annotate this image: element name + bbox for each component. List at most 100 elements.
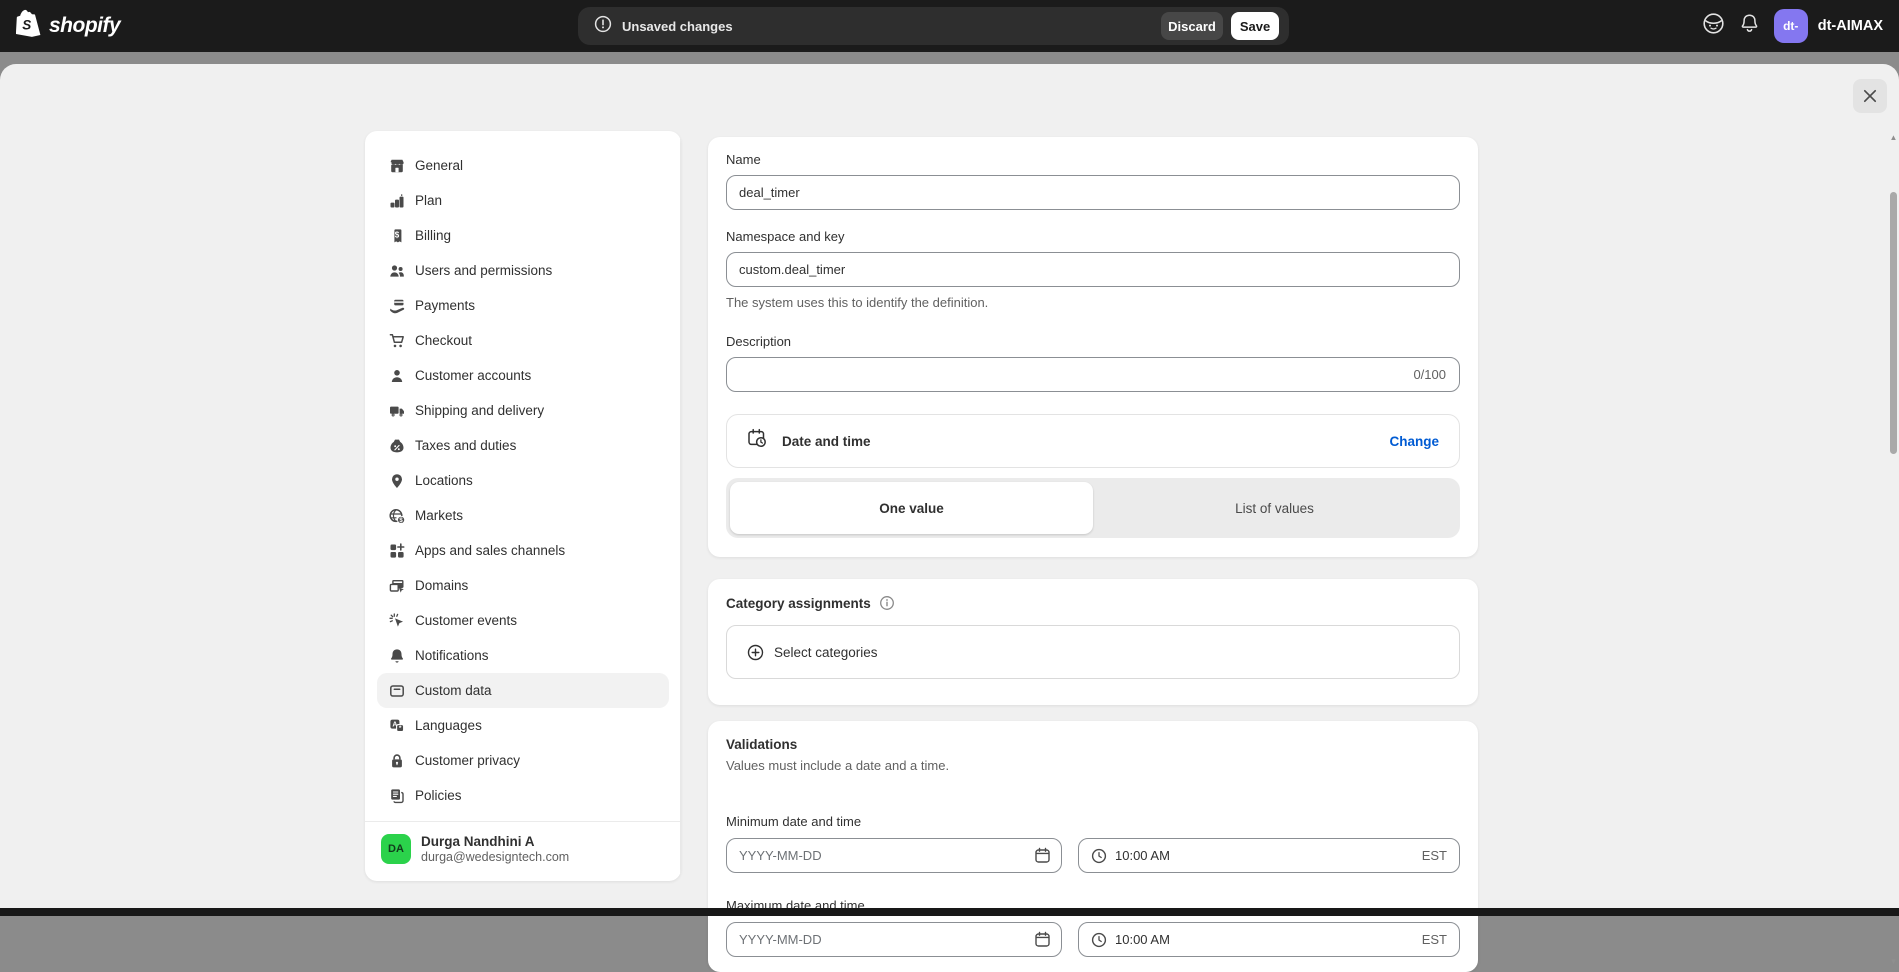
sidebar-item-label: Customer events [415, 613, 517, 628]
one-value-tab[interactable]: One value [730, 482, 1093, 534]
sidebar-item-label: Shipping and delivery [415, 403, 544, 418]
top-bar: S shopify Unsaved changes Discard Save [0, 0, 1899, 52]
taskbar-strip [0, 908, 1899, 916]
sidebar-item-languages[interactable]: A* Languages [377, 708, 669, 743]
change-type-link[interactable]: Change [1389, 434, 1439, 449]
store-icon [389, 158, 405, 174]
sidebar-item-checkout[interactable]: Checkout [377, 323, 669, 358]
calendar-icon[interactable] [1034, 847, 1051, 869]
plus-circle-icon [747, 644, 764, 661]
calendar-clock-icon [747, 428, 768, 454]
sidebar-item-general[interactable]: General [377, 148, 669, 183]
max-time-select[interactable]: 10:00 AM EST [1078, 922, 1460, 957]
list-of-values-tab[interactable]: List of values [1093, 482, 1456, 534]
sidebar-item-markets[interactable]: $ Markets [377, 498, 669, 533]
sidebar-item-label: Taxes and duties [415, 438, 516, 453]
sidebar-item-label: Domains [415, 578, 468, 593]
billing-icon: $ [389, 228, 405, 244]
content-type-label: Date and time [782, 434, 871, 449]
svg-text:$: $ [395, 230, 400, 239]
svg-text:S: S [22, 18, 31, 33]
sidebar-item-label: Notifications [415, 648, 489, 663]
sidebar-item-shipping[interactable]: Shipping and delivery [377, 393, 669, 428]
select-categories-label: Select categories [774, 645, 878, 660]
save-button[interactable]: Save [1231, 12, 1279, 40]
sidebar-item-users-permissions[interactable]: Users and permissions [377, 253, 669, 288]
name-input[interactable] [726, 175, 1460, 210]
sidebar-item-label: Customer accounts [415, 368, 531, 383]
scrollbar-thumb[interactable] [1890, 192, 1897, 454]
validations-subtitle: Values must include a date and a time. [726, 758, 1460, 773]
category-assignments-card: Category assignments Select categ [708, 579, 1478, 705]
min-timezone: EST [1422, 848, 1447, 863]
shopify-logo[interactable]: S shopify [16, 0, 120, 52]
shopify-wordmark: shopify [49, 14, 120, 38]
sidebar-item-policies[interactable]: Policies [377, 778, 669, 813]
max-time-value: 10:00 AM [1115, 932, 1170, 947]
sidebar-item-label: Users and permissions [415, 263, 552, 278]
sidebar-item-taxes[interactable]: Taxes and duties [377, 428, 669, 463]
info-icon[interactable] [879, 595, 895, 611]
sidebar-item-custom-data[interactable]: Custom data [377, 673, 669, 708]
sidebar-item-customer-accounts[interactable]: Customer accounts [377, 358, 669, 393]
person-icon [389, 368, 405, 384]
sidebar-item-plan[interactable]: Plan [377, 183, 669, 218]
scroll-down-arrow[interactable]: ▼ [1889, 958, 1898, 966]
domains-icon [389, 578, 405, 594]
lock-icon [389, 753, 405, 769]
calendar-icon[interactable] [1034, 931, 1051, 953]
custom-data-icon [389, 683, 405, 699]
plan-icon [389, 193, 405, 209]
sidebar-item-label: Plan [415, 193, 442, 208]
sidebar-item-label: Languages [415, 718, 482, 733]
namespace-helper: The system uses this to identify the def… [726, 295, 1460, 310]
close-settings-button[interactable] [1853, 79, 1887, 113]
content-type-row: Date and time Change [726, 414, 1460, 468]
select-categories-button[interactable]: Select categories [726, 625, 1460, 679]
settings-sidebar: General Plan $ Billing Users and permiss… [365, 131, 681, 881]
settings-nav: General Plan $ Billing Users and permiss… [365, 131, 681, 813]
namespace-input[interactable] [726, 252, 1460, 287]
sidebar-item-locations[interactable]: Locations [377, 463, 669, 498]
max-timezone: EST [1422, 932, 1447, 947]
sidebar-item-billing[interactable]: $ Billing [377, 218, 669, 253]
value-mode-segmented-control: One value List of values [726, 478, 1460, 538]
policies-icon [389, 788, 405, 804]
min-date-input[interactable] [726, 838, 1062, 873]
sidebar-item-label: Custom data [415, 683, 492, 698]
sidebar-item-apps-channels[interactable]: Apps and sales channels [377, 533, 669, 568]
max-date-input[interactable] [726, 922, 1062, 957]
payments-icon [389, 298, 405, 314]
min-datetime-label: Minimum date and time [726, 815, 1460, 829]
users-icon [389, 263, 405, 279]
sidebar-scroll-edge [680, 137, 681, 875]
cursor-click-icon [389, 613, 405, 629]
namespace-label: Namespace and key [726, 230, 1460, 244]
sidebar-item-label: Locations [415, 473, 473, 488]
category-assignments-title: Category assignments [726, 596, 871, 611]
sidebar-item-payments[interactable]: Payments [377, 288, 669, 323]
globe-icon: $ [389, 508, 405, 524]
store-avatar[interactable]: dt- [1774, 9, 1808, 43]
user-avatar: DA [381, 834, 411, 864]
sidebar-item-label: Checkout [415, 333, 472, 348]
truck-icon [389, 403, 405, 419]
sidebar-item-notifications[interactable]: Notifications [377, 638, 669, 673]
description-label: Description [726, 335, 1460, 349]
sidebar-user[interactable]: DA Durga Nandhini A durga@wedesigntech.c… [365, 822, 681, 876]
name-label: Name [726, 153, 1460, 167]
notification-bell-icon[interactable] [1739, 13, 1760, 39]
scroll-up-arrow[interactable]: ▲ [1889, 134, 1898, 142]
store-name[interactable]: dt-AIMAX [1818, 18, 1883, 34]
sidebar-item-label: Policies [415, 788, 462, 803]
discard-button[interactable]: Discard [1161, 12, 1223, 40]
min-time-select[interactable]: 10:00 AM EST [1078, 838, 1460, 873]
main-scrollbar[interactable]: ▲ ▼ [1889, 132, 1898, 972]
alert-circle-icon [594, 15, 612, 38]
sidebar-item-label: General [415, 158, 463, 173]
sidebar-item-customer-privacy[interactable]: Customer privacy [377, 743, 669, 778]
sidebar-item-domains[interactable]: Domains [377, 568, 669, 603]
sidekick-icon[interactable] [1702, 12, 1725, 40]
sidebar-item-customer-events[interactable]: Customer events [377, 603, 669, 638]
description-input[interactable] [726, 357, 1460, 392]
